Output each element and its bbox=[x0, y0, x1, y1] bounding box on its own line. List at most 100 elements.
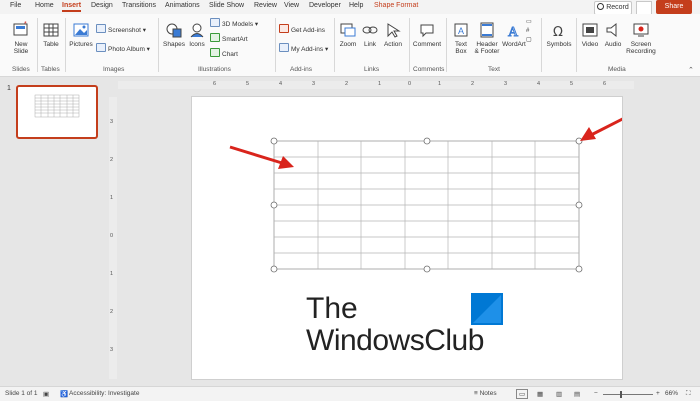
slide-canvas[interactable]: The WindowsClub bbox=[191, 96, 623, 380]
zoom-in-icon[interactable]: + bbox=[656, 390, 660, 397]
smartart-label: SmartArt bbox=[222, 36, 248, 43]
group-divider bbox=[576, 18, 577, 72]
screen-recording-icon bbox=[633, 23, 649, 37]
tab-help[interactable]: Help bbox=[349, 2, 363, 9]
pictures-icon bbox=[73, 23, 89, 37]
ruler-tick-label: 5 bbox=[570, 81, 574, 87]
collapse-ribbon-icon[interactable]: ⌃ bbox=[688, 66, 694, 74]
horizontal-ruler[interactable]: 6 5 4 3 2 1 0 1 2 3 4 5 6 bbox=[118, 81, 634, 89]
zoom-level[interactable]: 66% bbox=[665, 390, 678, 397]
smartart-button[interactable]: SmartArt bbox=[210, 33, 248, 44]
fit-to-window-icon[interactable]: ⛶ bbox=[686, 390, 691, 398]
zoom-slider[interactable] bbox=[603, 394, 653, 395]
zoom-label: Zoom bbox=[339, 41, 357, 48]
tab-slide-show[interactable]: Slide Show bbox=[209, 2, 244, 9]
slide-thumbnail[interactable] bbox=[16, 85, 98, 139]
ruler-tick-label: 3 bbox=[110, 119, 114, 125]
ruler-tick-label: 1 bbox=[110, 271, 114, 277]
notes-button[interactable]: ≡ Notes bbox=[474, 390, 497, 397]
wordart-button[interactable]: A WordArt bbox=[502, 21, 526, 49]
text-box-button[interactable]: A Text Box bbox=[450, 21, 472, 55]
tab-shape-format[interactable]: Shape Format bbox=[374, 2, 418, 9]
icons-label: Icons bbox=[189, 41, 205, 48]
symbols-button[interactable]: Ω Symbols bbox=[545, 21, 573, 48]
photo-album-button[interactable]: Photo Album ▾ bbox=[96, 43, 150, 54]
new-slide-label: New Slide bbox=[13, 41, 29, 55]
get-addins-button[interactable]: Get Add-ins bbox=[279, 24, 325, 35]
screenshot-label: Screenshot bbox=[108, 27, 141, 34]
tab-home[interactable]: Home bbox=[35, 2, 54, 9]
group-illustrations-label: Illustrations bbox=[198, 66, 231, 73]
my-addins-button[interactable]: My Add-ins ▾ bbox=[279, 43, 328, 54]
screen-recording-button[interactable]: Screen Recording bbox=[625, 21, 657, 55]
group-divider bbox=[541, 18, 542, 72]
tab-file[interactable]: File bbox=[10, 2, 21, 9]
new-slide-button[interactable]: * New Slide bbox=[8, 21, 34, 55]
group-divider bbox=[446, 18, 447, 72]
zoom-slider-thumb[interactable] bbox=[620, 391, 622, 398]
tab-transitions[interactable]: Transitions bbox=[122, 2, 156, 9]
link-button[interactable]: Link bbox=[361, 21, 379, 48]
tab-view[interactable]: View bbox=[284, 2, 299, 9]
shapes-button[interactable]: Shapes bbox=[163, 21, 185, 48]
tab-design[interactable]: Design bbox=[91, 2, 113, 9]
status-bar: Slide 1 of 1 ▣ ♿ Accessibility: Investig… bbox=[0, 386, 700, 401]
share-button[interactable]: Share bbox=[656, 0, 692, 14]
ruler-tick-label: 2 bbox=[110, 309, 114, 315]
text-more-icons[interactable]: ▭ # ▢ bbox=[526, 18, 532, 45]
tab-review[interactable]: Review bbox=[254, 2, 277, 9]
group-divider bbox=[37, 18, 38, 72]
vertical-ruler[interactable]: 3 2 1 0 1 2 3 bbox=[109, 97, 117, 379]
group-divider bbox=[409, 18, 410, 72]
ruler-tick-label: 6 bbox=[213, 81, 217, 87]
shapes-label: Shapes bbox=[163, 41, 186, 48]
group-tables-label: Tables bbox=[41, 66, 60, 73]
shapes-icon bbox=[166, 23, 182, 38]
reading-view-icon[interactable]: ▥ bbox=[556, 390, 562, 398]
ruler-tick-label: 3 bbox=[504, 81, 508, 87]
screenshot-button[interactable]: Screenshot ▾ bbox=[96, 24, 146, 35]
chart-button[interactable]: Chart bbox=[210, 48, 238, 59]
zoom-out-icon[interactable]: − bbox=[594, 390, 598, 397]
video-button[interactable]: Video bbox=[580, 21, 600, 48]
action-button[interactable]: Action bbox=[382, 21, 404, 48]
slide-sorter-icon[interactable]: ▦ bbox=[537, 390, 543, 398]
icons-button[interactable]: Icons bbox=[187, 21, 207, 48]
logo-line-1: The bbox=[306, 292, 358, 325]
3d-models-button[interactable]: 3D Models ▾ bbox=[210, 18, 258, 29]
accessibility-icon[interactable]: ♿ bbox=[60, 390, 68, 398]
record-icon bbox=[597, 3, 605, 10]
text-box-label: Text Box bbox=[455, 41, 467, 55]
ruler-tick-label: 1 bbox=[378, 81, 382, 87]
table-label: Table bbox=[43, 41, 59, 48]
notes-label: Notes bbox=[479, 390, 497, 397]
table-button[interactable]: Table bbox=[40, 21, 62, 48]
normal-view-icon[interactable]: ▭ bbox=[516, 389, 529, 399]
record-button[interactable]: Record bbox=[594, 1, 632, 15]
pictures-button[interactable]: Pictures bbox=[68, 21, 94, 48]
tab-animations[interactable]: Animations bbox=[165, 2, 200, 9]
slide-number: 1 bbox=[7, 85, 11, 92]
group-images-label: Images bbox=[103, 66, 125, 73]
tab-developer[interactable]: Developer bbox=[309, 2, 341, 9]
svg-text:A: A bbox=[508, 25, 519, 39]
accessibility-status[interactable]: Accessibility: Investigate bbox=[69, 390, 139, 397]
present-screen-button[interactable] bbox=[636, 1, 652, 15]
slideshow-icon[interactable]: ▤ bbox=[574, 390, 580, 398]
spelling-icon[interactable]: ▣ bbox=[43, 390, 49, 398]
zoom-button[interactable]: Zoom bbox=[338, 21, 358, 48]
audio-button[interactable]: Audio bbox=[603, 21, 623, 48]
slide-count: Slide 1 of 1 bbox=[5, 390, 38, 397]
ruler-tick-label: 4 bbox=[279, 81, 283, 87]
comment-button[interactable]: Comment bbox=[411, 21, 443, 48]
header-footer-button[interactable]: Header & Footer bbox=[474, 21, 500, 55]
get-addins-label: Get Add-ins bbox=[291, 27, 325, 34]
tab-insert[interactable]: Insert bbox=[62, 2, 82, 12]
red-arrow-right bbox=[580, 117, 622, 141]
store-icon bbox=[279, 24, 289, 33]
inserted-table[interactable] bbox=[273, 140, 580, 270]
group-slides-label: Slides bbox=[12, 66, 30, 73]
share-label: Share bbox=[664, 3, 684, 10]
link-icon bbox=[362, 26, 378, 34]
omega-icon: Ω bbox=[553, 25, 563, 39]
